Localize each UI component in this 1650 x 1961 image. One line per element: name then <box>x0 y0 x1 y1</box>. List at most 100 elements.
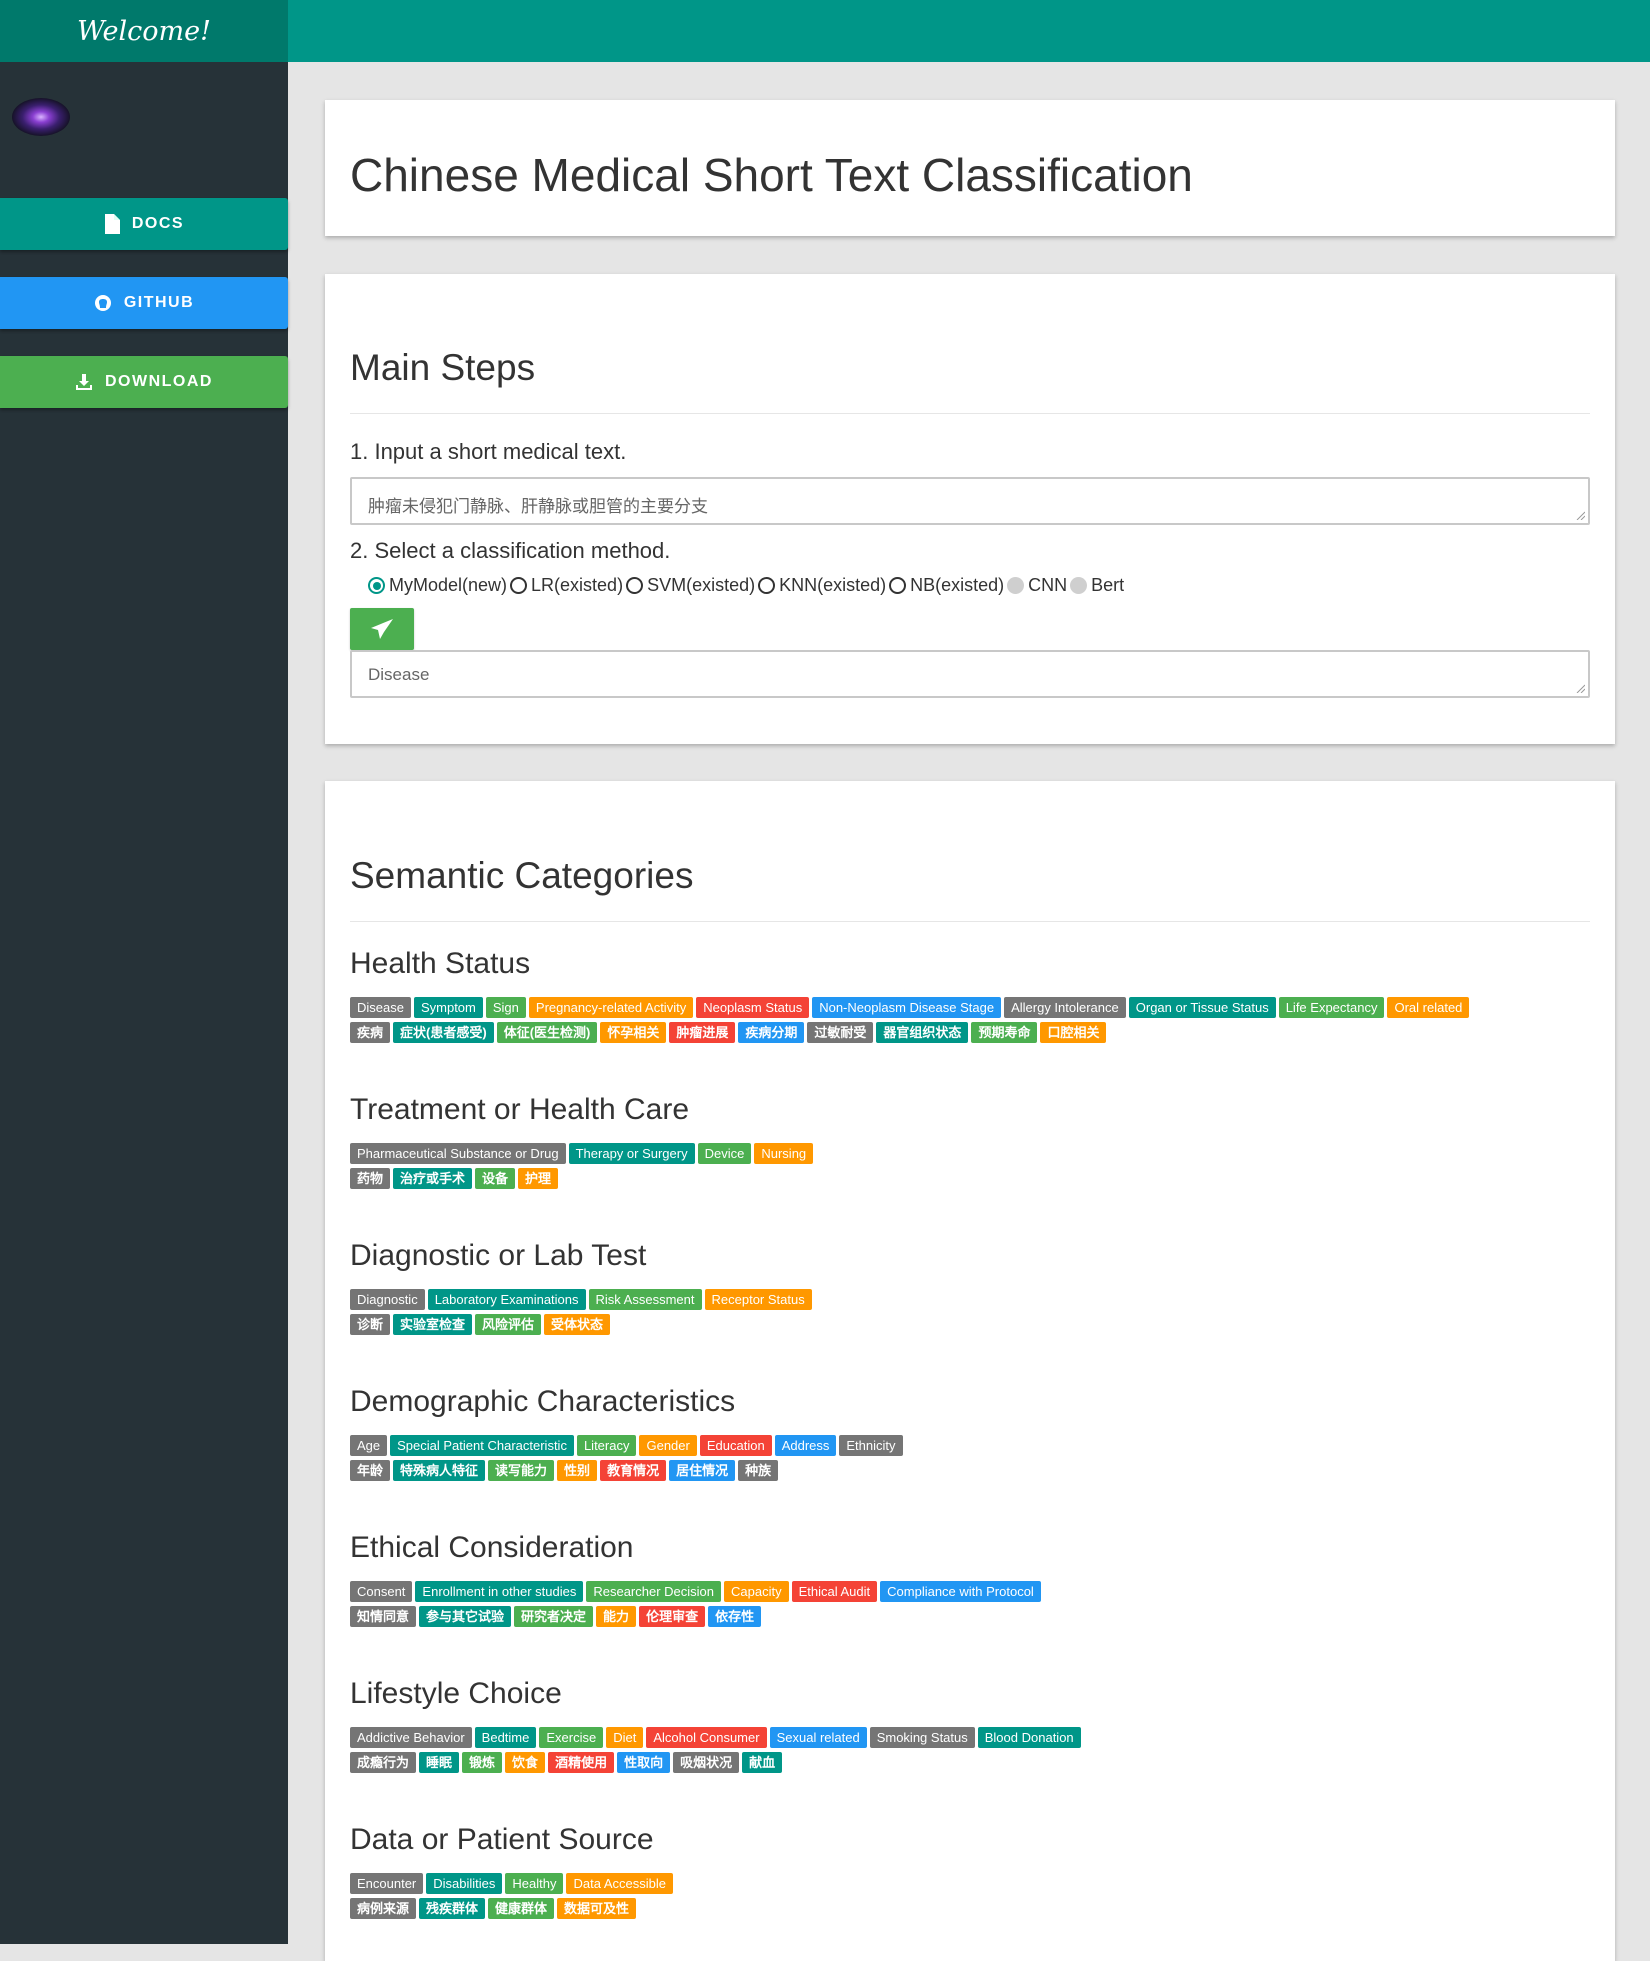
main-steps-title: Main Steps <box>350 347 536 388</box>
category-tag: Exercise <box>539 1727 604 1748</box>
category-tag: Disabilities <box>426 1873 503 1894</box>
category-tag: Neoplasm Status <box>696 997 810 1018</box>
radio-label: KNN(existed) <box>779 575 887 595</box>
category-tag: 年龄 <box>350 1460 391 1481</box>
category-tag: Life Expectancy <box>1278 997 1385 1018</box>
download-button[interactable]: DOWNLOAD <box>0 356 288 408</box>
category-tag: Non-Neoplasm Disease Stage <box>812 997 1002 1018</box>
radio-cnn: CNN <box>1007 575 1067 596</box>
category-tag: 性取向 <box>617 1752 671 1773</box>
category-group-title: Lifestyle Choice <box>350 1677 562 1710</box>
category-tag: 口腔相关 <box>1040 1022 1107 1043</box>
tag-row-chinese: 药物 治疗或手术 设备 护理 <box>350 1168 561 1189</box>
category-tag: 伦理审查 <box>639 1606 706 1627</box>
category-tag: Disease <box>350 997 411 1018</box>
category-tag: Diet <box>606 1727 644 1748</box>
category-tag: 献血 <box>742 1752 783 1773</box>
send-icon <box>371 619 393 639</box>
category-tag: Enrollment in other studies <box>415 1581 584 1602</box>
semantic-categories-title: Semantic Categories <box>350 855 694 896</box>
category-tag: Literacy <box>576 1435 637 1456</box>
radio-unchecked-icon[interactable] <box>510 577 528 594</box>
category-group-title: Data or Patient Source <box>350 1823 654 1856</box>
category-tag: 护理 <box>518 1168 559 1189</box>
category-tag: Diagnostic <box>350 1289 425 1310</box>
category-tag: Special Patient Characteristic <box>390 1435 574 1456</box>
medical-text-input[interactable]: 肿瘤未侵犯门静脉、肝静脉或胆管的主要分支 <box>350 477 1590 525</box>
category-tag: 风险评估 <box>475 1314 542 1335</box>
category-group-title: Diagnostic or Lab Test <box>350 1239 647 1272</box>
classification-result-output[interactable]: Disease <box>350 650 1590 698</box>
step1-label: 1. Input a short medical text. <box>350 439 627 464</box>
category-tag: Sexual related <box>769 1727 867 1748</box>
radio-unchecked-icon[interactable] <box>889 577 907 594</box>
category-tag: Receptor Status <box>704 1289 812 1310</box>
category-tag: Pharmaceutical Substance or Drug <box>350 1143 566 1164</box>
category-tag: 设备 <box>475 1168 516 1189</box>
category-tag: 预期寿命 <box>971 1022 1038 1043</box>
docs-button-label: DOCS <box>131 215 185 232</box>
category-tag: 残疾群体 <box>419 1898 486 1919</box>
category-tag: 健康群体 <box>488 1898 555 1919</box>
tag-row-english: Diagnostic Laboratory Examinations Risk As… <box>350 1289 815 1310</box>
radio-knn[interactable]: KNN(existed) <box>758 575 886 596</box>
category-tag: 药物 <box>350 1168 391 1189</box>
radio-lr[interactable]: LR(existed) <box>510 575 623 596</box>
radio-unchecked-icon[interactable] <box>758 577 776 594</box>
radio-nb[interactable]: NB(existed) <box>889 575 1004 596</box>
category-tag: 特殊病人特征 <box>393 1460 486 1481</box>
category-tag: 疾病分期 <box>738 1022 805 1043</box>
medical-text-value: 肿瘤未侵犯门静脉、肝静脉或胆管的主要分支 <box>368 497 708 516</box>
category-tag: 怀孕相关 <box>600 1022 667 1043</box>
submit-button[interactable] <box>350 608 414 650</box>
category-tag: 诊断 <box>350 1314 391 1335</box>
radio-disabled-icon <box>1007 577 1025 594</box>
radio-checked-icon[interactable] <box>368 577 385 594</box>
tag-row-chinese: 疾病 症状(患者感受) 体征(医生检测) 怀孕相关 肿瘤进展 疾病分期 过敏耐受 器官组织状态… <box>350 1022 1109 1043</box>
category-tag: 实验室检查 <box>393 1314 473 1335</box>
resize-grip-icon[interactable] <box>1575 510 1585 520</box>
radio-svm[interactable]: SVM(existed) <box>626 575 755 596</box>
tag-row-chinese: 病例来源 残疾群体 健康群体 数据可及性 <box>350 1898 639 1919</box>
page-title: Chinese Medical Short Text Classificatio… <box>350 149 1193 201</box>
category-tag: Ethnicity <box>839 1435 903 1456</box>
semantic-categories-card: Semantic Categories Health Status Disease… <box>325 781 1615 1961</box>
category-tag: Researcher Decision <box>586 1581 722 1602</box>
radio-unchecked-icon[interactable] <box>626 577 644 594</box>
resize-grip-icon[interactable] <box>1575 683 1585 693</box>
category-tag: 能力 <box>596 1606 637 1627</box>
category-tag: Bedtime <box>474 1727 537 1748</box>
tag-row-english: Pharmaceutical Substance or Drug Therapy … <box>350 1143 816 1164</box>
divider <box>350 921 1590 922</box>
category-tag: 知情同意 <box>350 1606 417 1627</box>
docs-button[interactable]: DOCS <box>0 198 288 250</box>
category-tag: Organ or Tissue Status <box>1128 997 1276 1018</box>
tag-row-english: Addictive Behavior Bedtime Exercise Diet Alc… <box>350 1727 1084 1748</box>
radio-label: NB(existed) <box>910 575 1005 595</box>
tag-row-chinese: 年龄 特殊病人特征 读写能力 性别 教育情况 居住情况 种族 <box>350 1460 781 1481</box>
category-tag: Allergy Intolerance <box>1004 997 1126 1018</box>
category-tag: 睡眠 <box>419 1752 460 1773</box>
category-group-title: Demographic Characteristics <box>350 1385 736 1418</box>
category-tag: Smoking Status <box>869 1727 975 1748</box>
category-tag: Compliance with Protocol <box>880 1581 1041 1602</box>
category-group-title: Health Status <box>350 947 531 980</box>
radio-mymodel[interactable]: MyModel(new) <box>368 575 507 596</box>
tag-row-chinese: 诊断 实验室检查 风险评估 受体状态 <box>350 1314 613 1335</box>
category-tag: Therapy or Surgery <box>568 1143 695 1164</box>
category-tag: 吸烟状况 <box>673 1752 740 1773</box>
radio-bert: Bert <box>1070 575 1124 596</box>
radio-disabled-icon <box>1070 577 1088 594</box>
tag-row-english: Encounter Disabilities Healthy Data Accessi… <box>350 1873 676 1894</box>
category-tag: Nursing <box>754 1143 814 1164</box>
radio-label: Bert <box>1091 575 1125 595</box>
category-tag: Laboratory Examinations <box>427 1289 586 1310</box>
category-tag: Gender <box>639 1435 697 1456</box>
category-tag: Data Accessible <box>566 1873 673 1894</box>
radio-label: CNN <box>1028 575 1068 595</box>
category-tag: 居住情况 <box>669 1460 736 1481</box>
category-tag: 治疗或手术 <box>393 1168 473 1189</box>
radio-label: LR(existed) <box>531 575 624 595</box>
category-tag: 受体状态 <box>544 1314 611 1335</box>
github-button[interactable]: GITHUB <box>0 277 288 329</box>
